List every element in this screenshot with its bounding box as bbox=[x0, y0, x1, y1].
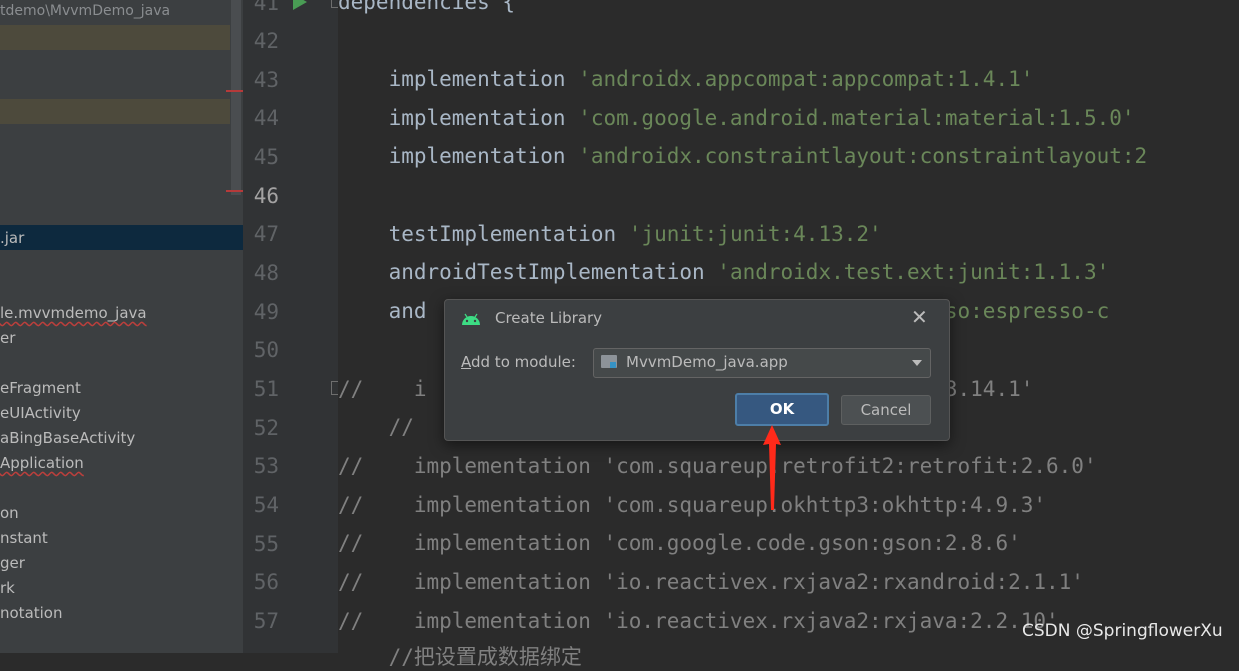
line-number: 47 bbox=[253, 222, 279, 246]
code-string: 'androidx.test.ext:junit:1.1.3' bbox=[717, 260, 1110, 284]
dialog-title: Create Library bbox=[495, 309, 603, 327]
line-number: 54 bbox=[253, 493, 279, 517]
line-number-current: 46 bbox=[253, 184, 279, 208]
module-folder-icon bbox=[601, 355, 617, 368]
tree-item[interactable]: eFragment bbox=[0, 379, 81, 397]
code-line: dependencies { bbox=[338, 0, 515, 14]
error-marker bbox=[226, 190, 243, 192]
tree-item[interactable]: eUIActivity bbox=[0, 404, 81, 422]
line-number: 57 bbox=[253, 609, 279, 633]
cancel-button[interactable]: Cancel bbox=[841, 395, 931, 425]
tree-item[interactable]: notation bbox=[0, 604, 63, 622]
line-number: 45 bbox=[253, 145, 279, 169]
code-string: 'androidx.appcompat:appcompat:1.4.1' bbox=[578, 67, 1034, 91]
module-select[interactable]: MvvmDemo_java.app bbox=[593, 348, 931, 378]
line-number-gutter: 41 42 43 44 45 46 47 48 49 50 51 52 53 5… bbox=[243, 0, 345, 653]
code-comment: // implementation 'com.google.code.gson:… bbox=[338, 531, 1021, 555]
code-text: testImplementation bbox=[338, 222, 629, 246]
line-number: 42 bbox=[253, 29, 279, 53]
line-number: 48 bbox=[253, 261, 279, 285]
ok-button[interactable]: OK bbox=[735, 393, 829, 426]
line-number: 51 bbox=[253, 377, 279, 401]
line-number: 56 bbox=[253, 570, 279, 594]
tree-item[interactable]: aBingBaseActivity bbox=[0, 429, 135, 447]
code-comment: // bbox=[338, 415, 414, 439]
android-icon bbox=[462, 313, 480, 325]
code-line: androidTestImplementation 'androidx.test… bbox=[338, 260, 1110, 284]
code-string: 'androidx.constraintlayout:constraintlay… bbox=[578, 144, 1148, 168]
code-line: implementation 'androidx.appcompat:appco… bbox=[338, 67, 1034, 91]
code-comment: //把设置成数据绑定 bbox=[338, 645, 582, 669]
code-line: testImplementation 'junit:junit:4.13.2' bbox=[338, 222, 882, 246]
tree-row-highlight bbox=[0, 99, 230, 124]
line-number: 49 bbox=[253, 300, 279, 324]
project-tree-panel: tdemo\MvvmDemo_java .jar le.mvvmdemo_jav… bbox=[0, 0, 243, 653]
code-text: dependencies { bbox=[338, 0, 516, 14]
chevron-down-icon[interactable] bbox=[912, 360, 922, 366]
create-library-dialog: Create Library ✕ Add to module: MvvmDemo… bbox=[444, 299, 950, 441]
code-comment: // implementation 'io.reactivex.rxjava2:… bbox=[338, 609, 1059, 633]
code-text: androidTestImplementation bbox=[338, 260, 718, 284]
module-label: Add to module: bbox=[461, 353, 576, 371]
tree-item[interactable]: ger bbox=[0, 554, 25, 572]
tree-item[interactable]: .jar bbox=[0, 229, 24, 247]
code-comment: // implementation 'com.squareup.okhttp3:… bbox=[338, 493, 1047, 517]
tree-item[interactable]: er bbox=[0, 329, 15, 347]
code-comment: // implementation 'com.squareup.retrofit… bbox=[338, 454, 1097, 478]
code-line: implementation 'androidx.constraintlayou… bbox=[338, 144, 1148, 168]
line-number: 43 bbox=[253, 68, 279, 92]
tree-row-highlight bbox=[0, 25, 230, 50]
code-string: 'com.google.android.material:material:1.… bbox=[578, 106, 1135, 130]
line-number: 52 bbox=[253, 416, 279, 440]
code-text: implementation bbox=[338, 106, 579, 130]
line-number: 50 bbox=[253, 338, 279, 362]
watermark: CSDN @SpringflowerXu bbox=[1022, 621, 1223, 641]
code-text: and bbox=[338, 299, 427, 323]
line-number: 41 bbox=[253, 0, 279, 15]
tree-item[interactable]: Application bbox=[0, 454, 84, 472]
tree-scrollbar[interactable] bbox=[231, 0, 241, 195]
annotation-arrow-icon bbox=[763, 425, 781, 510]
code-string: 'junit:junit:4.13.2' bbox=[628, 222, 882, 246]
mnemonic-letter: A bbox=[461, 353, 471, 371]
error-marker bbox=[226, 90, 243, 92]
tree-item[interactable]: on bbox=[0, 504, 19, 522]
project-path: tdemo\MvvmDemo_java bbox=[0, 3, 171, 19]
close-icon[interactable]: ✕ bbox=[911, 306, 928, 328]
code-line: implementation 'com.google.android.mater… bbox=[338, 106, 1135, 130]
tree-item[interactable]: rk bbox=[0, 579, 15, 597]
line-number: 55 bbox=[253, 532, 279, 556]
line-number: 53 bbox=[253, 454, 279, 478]
code-text: implementation bbox=[338, 144, 579, 168]
run-gutter-icon[interactable] bbox=[293, 0, 307, 10]
module-select-value: MvvmDemo_java.app bbox=[626, 353, 788, 371]
tree-row-selected[interactable] bbox=[0, 225, 243, 250]
tree-item[interactable]: le.mvvmdemo_java bbox=[0, 304, 147, 322]
code-text: implementation bbox=[338, 67, 579, 91]
code-comment: // implementation 'io.reactivex.rxjava2:… bbox=[338, 570, 1084, 594]
tree-item[interactable]: nstant bbox=[0, 529, 48, 547]
module-label-text: dd to module: bbox=[471, 353, 576, 371]
line-number: 44 bbox=[253, 106, 279, 130]
